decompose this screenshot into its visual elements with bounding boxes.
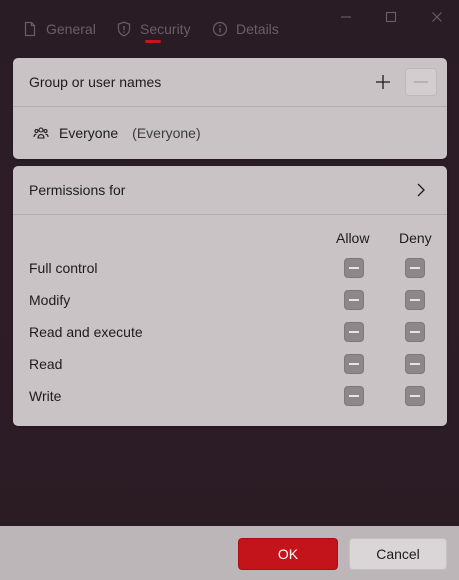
minimize-icon [341,16,351,18]
plus-icon [376,75,390,89]
deny-read-and-execute-checkbox[interactable] [405,322,425,342]
tab-general[interactable]: General [22,18,96,40]
permission-row-write: Write [29,384,431,408]
indeterminate-icon [349,331,359,333]
deny-write-checkbox[interactable] [405,386,425,406]
tab-security[interactable]: Security [116,18,191,40]
indeterminate-icon [349,395,359,397]
allow-read-checkbox[interactable] [344,354,364,374]
chevron-right-icon [417,183,425,197]
remove-user-button[interactable] [405,68,437,96]
allow-modify-checkbox[interactable] [344,290,364,310]
deny-read-checkbox[interactable] [405,354,425,374]
permission-row-read: Read [29,352,431,376]
deny-full-control-checkbox[interactable] [405,258,425,278]
indeterminate-icon [410,267,420,269]
indeterminate-icon [349,363,359,365]
permission-label: Read [29,356,63,372]
indeterminate-icon [349,299,359,301]
permission-label: Modify [29,292,71,308]
tab-security-label: Security [140,21,191,37]
document-icon [24,21,36,37]
permission-label: Read and execute [29,324,143,340]
list-item-everyone[interactable]: Everyone (Everyone) [13,107,447,159]
ok-button[interactable]: OK [238,538,338,570]
allow-column-header: Allow [336,230,370,246]
group-user-names-title: Group or user names [29,74,162,90]
maximize-button[interactable] [379,6,403,28]
title-bar: General Security Details [0,0,459,50]
dialog-footer: OK Cancel [0,526,459,580]
add-user-button[interactable] [373,72,393,92]
tab-details[interactable]: Details [212,18,279,40]
allow-full-control-checkbox[interactable] [344,258,364,278]
deny-column-header: Deny [399,230,432,246]
minimize-button[interactable] [334,6,358,28]
permission-label: Full control [29,260,98,276]
group-user-names-card: Group or user names Everyone (Everyone) [13,58,447,159]
permission-row-modify: Modify [29,288,431,312]
selected-tab-indicator [145,40,161,43]
user-name: Everyone [59,125,119,141]
permissions-expand-button[interactable] [413,182,429,198]
cancel-button[interactable]: Cancel [349,538,447,570]
permission-label: Write [29,388,62,404]
deny-modify-checkbox[interactable] [405,290,425,310]
minus-icon [414,81,428,83]
divider [13,214,447,215]
indeterminate-icon [410,299,420,301]
permissions-header[interactable]: Permissions for [13,166,447,214]
shield-icon [117,21,131,37]
indeterminate-icon [410,363,420,365]
indeterminate-icon [410,395,420,397]
close-icon [432,12,442,22]
group-icon [33,127,49,139]
tab-details-label: Details [236,21,279,37]
group-user-names-header: Group or user names [13,58,447,106]
permission-row-read-and-execute: Read and execute [29,320,431,344]
info-icon [212,21,228,37]
permissions-card: Permissions for Allow Deny Full control … [13,166,447,426]
close-button[interactable] [425,6,449,28]
allow-write-checkbox[interactable] [344,386,364,406]
user-detail: (Everyone) [132,125,201,141]
allow-read-and-execute-checkbox[interactable] [344,322,364,342]
permissions-title: Permissions for [29,182,126,198]
tab-general-label: General [46,21,96,37]
indeterminate-icon [410,331,420,333]
permission-row-full-control: Full control [29,256,431,280]
maximize-icon [385,11,397,23]
indeterminate-icon [349,267,359,269]
